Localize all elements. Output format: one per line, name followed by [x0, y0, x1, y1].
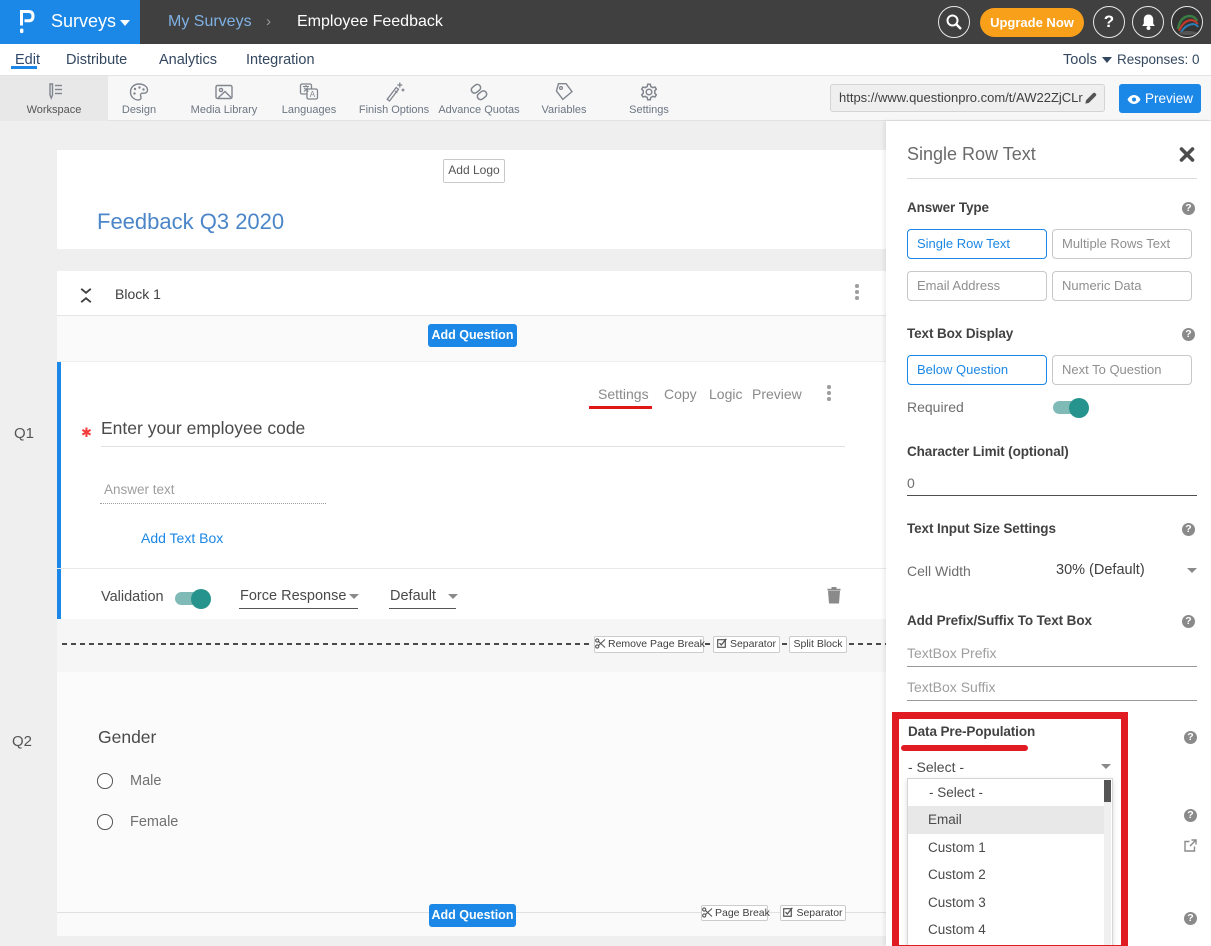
svg-text:A: A: [310, 90, 316, 99]
